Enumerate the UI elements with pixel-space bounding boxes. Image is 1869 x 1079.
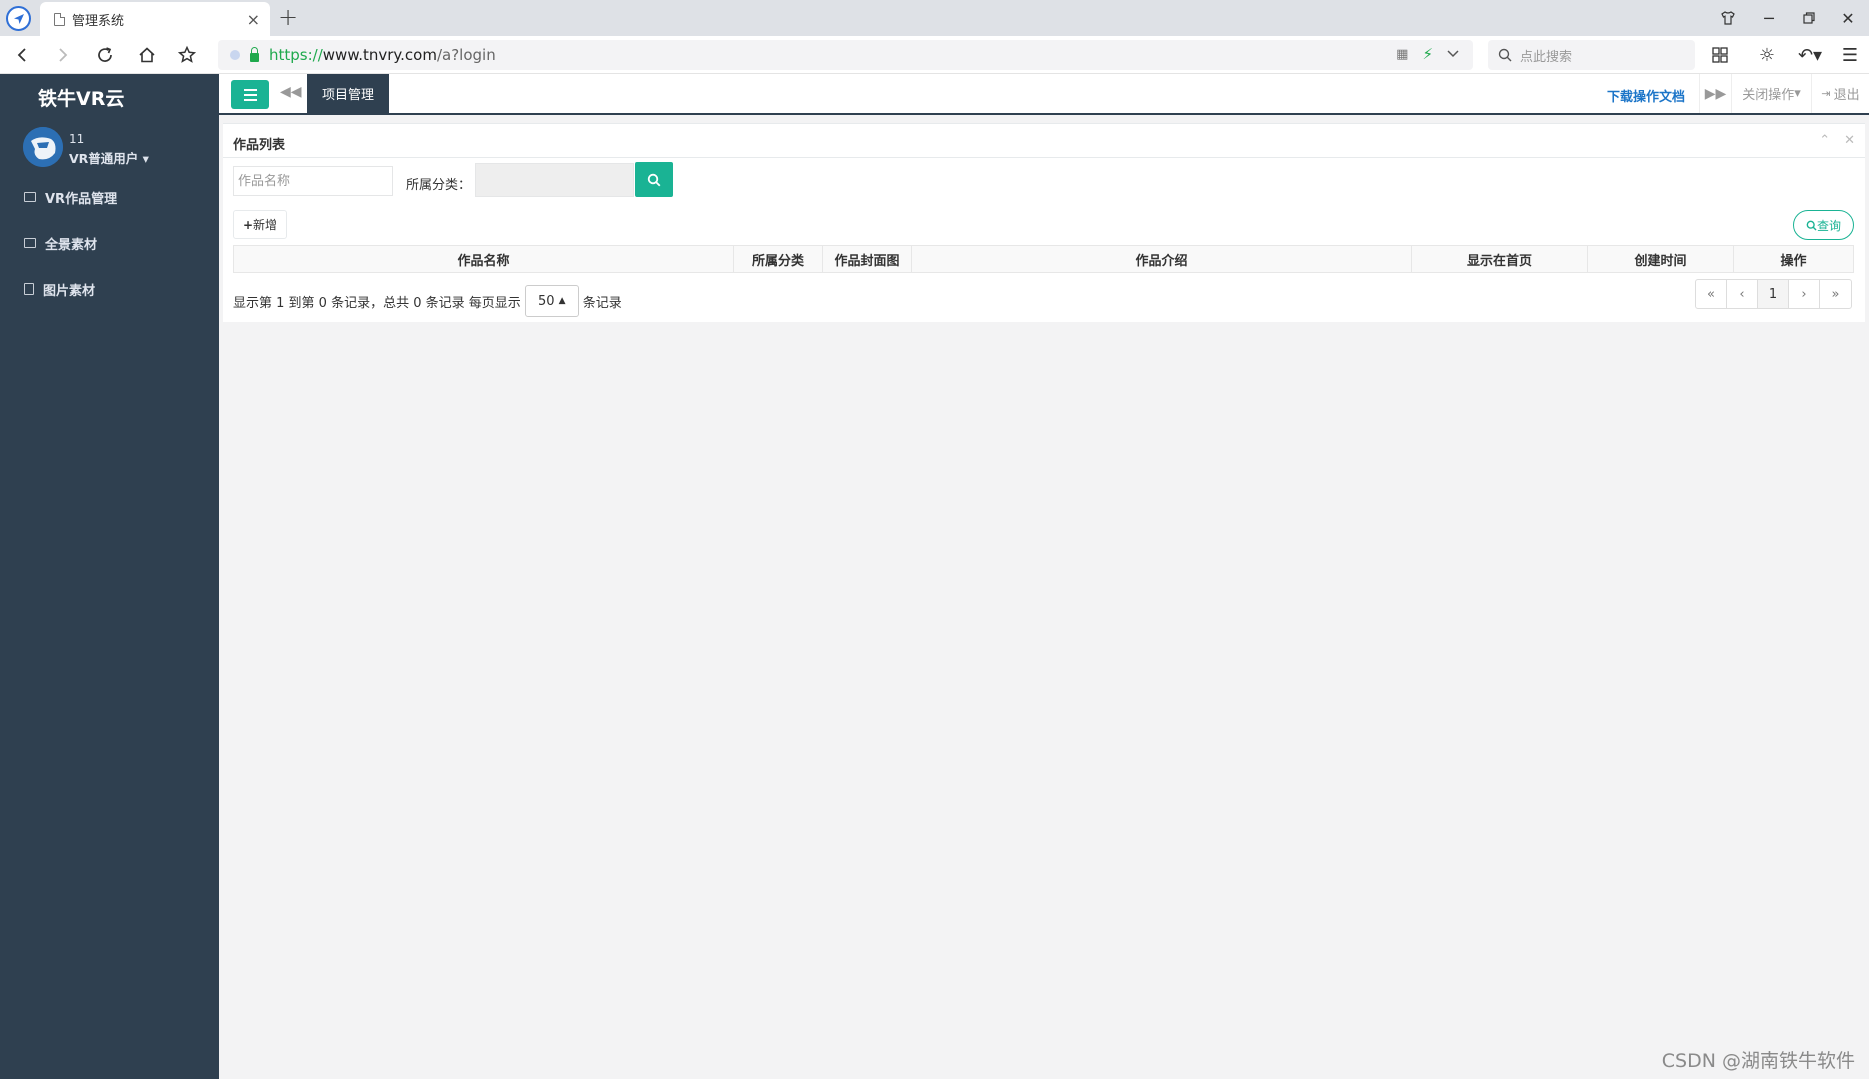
user-role-label: VR普通用户 bbox=[69, 151, 139, 166]
shield-icon bbox=[230, 50, 240, 60]
tab-project-management[interactable]: 项目管理 bbox=[307, 74, 389, 113]
url-field[interactable]: https:// www.tnvry.com /a?login ▦ ⚡ bbox=[218, 40, 1473, 70]
collapse-icon[interactable]: ⌃ bbox=[1819, 133, 1830, 148]
panel-title: 作品列表 bbox=[233, 138, 286, 153]
chevron-down-icon[interactable] bbox=[1447, 47, 1459, 62]
column-header[interactable]: 作品名称 bbox=[234, 246, 734, 272]
category-select[interactable] bbox=[475, 163, 634, 197]
watermark: CSDN @湖南铁牛软件 bbox=[1661, 1050, 1855, 1072]
image-icon bbox=[24, 238, 36, 248]
current-page-button[interactable]: 1 bbox=[1758, 280, 1789, 308]
sidebar-item-panorama[interactable]: 全景素材 bbox=[0, 220, 219, 266]
user-name: 11 bbox=[69, 132, 85, 146]
browser-menu-icon[interactable]: ☰ bbox=[1835, 40, 1865, 70]
add-label: 新增 bbox=[253, 218, 278, 232]
column-header[interactable]: 创建时间 bbox=[1588, 246, 1734, 272]
bookmark-star-button[interactable] bbox=[172, 40, 202, 70]
browser-logo-icon[interactable] bbox=[6, 6, 31, 31]
restore-button[interactable] bbox=[1789, 0, 1829, 36]
search-icon bbox=[1806, 220, 1817, 231]
folder-icon bbox=[24, 192, 36, 202]
forward-button[interactable] bbox=[48, 40, 78, 70]
url-protocol: https:// bbox=[269, 46, 323, 64]
add-button[interactable]: + 新增 bbox=[233, 210, 287, 239]
caret-down-icon: ▾ bbox=[142, 151, 149, 166]
plus-icon: + bbox=[242, 217, 254, 232]
sidebar: 铁牛VR云 11 VR普通用户 ▾ VR作品管理 全景素材 图片素材 bbox=[0, 74, 219, 1079]
file-image-icon bbox=[24, 283, 34, 295]
browser-search-field[interactable]: 点此搜索 bbox=[1488, 40, 1695, 70]
minimize-button[interactable]: ─ bbox=[1749, 0, 1789, 36]
tab-label: 项目管理 bbox=[321, 88, 374, 103]
close-ops-label: 关闭操作 bbox=[1742, 88, 1795, 103]
avatar[interactable] bbox=[23, 127, 63, 167]
column-header[interactable]: 显示在首页 bbox=[1412, 246, 1588, 272]
logout-label: 退出 bbox=[1833, 88, 1860, 103]
lock-icon bbox=[250, 46, 259, 62]
tab-title: 管理系统 bbox=[72, 13, 125, 29]
works-list-panel: 作品列表 ⌃ ✕ 所属分类： + 新增 查询 作品名称 所属分类 作品封面图 作… bbox=[223, 123, 1865, 322]
next-page-button[interactable]: › bbox=[1789, 280, 1820, 308]
browser-tab-bar: 管理系统 × + ─ ✕ bbox=[0, 0, 1869, 36]
tab-scroll-right-icon[interactable]: ▶▶ bbox=[1699, 74, 1731, 113]
logout-button[interactable]: ⇥ 退出 bbox=[1811, 74, 1869, 113]
back-button[interactable] bbox=[7, 40, 37, 70]
user-role-dropdown[interactable]: VR普通用户 ▾ bbox=[69, 148, 149, 167]
panel-header: 作品列表 ⌃ ✕ bbox=[223, 124, 1865, 158]
category-label: 所属分类： bbox=[406, 178, 472, 193]
column-header[interactable]: 作品介绍 bbox=[912, 246, 1412, 272]
page-size-value: 50 bbox=[538, 293, 555, 309]
undo-icon[interactable]: ↶▾ bbox=[1795, 40, 1825, 70]
query-label: 查询 bbox=[1816, 218, 1841, 233]
search-icon bbox=[647, 173, 661, 186]
column-header[interactable]: 操作 bbox=[1734, 246, 1853, 272]
reload-button[interactable] bbox=[90, 40, 120, 70]
brand-title: 铁牛VR云 bbox=[38, 88, 125, 110]
prev-page-button[interactable]: ‹ bbox=[1727, 280, 1758, 308]
home-button[interactable] bbox=[132, 40, 162, 70]
page-size-select[interactable]: 50 ▲ bbox=[524, 285, 579, 317]
url-path: /a?login bbox=[436, 46, 496, 64]
page-info-suffix: 条记录 bbox=[582, 295, 622, 311]
sidebar-item-images[interactable]: 图片素材 bbox=[0, 266, 219, 312]
browser-address-bar: https:// www.tnvry.com /a?login ▦ ⚡ 点此搜索… bbox=[0, 36, 1869, 74]
column-header[interactable]: 作品封面图 bbox=[823, 246, 912, 272]
tab-close-icon[interactable]: × bbox=[247, 10, 260, 29]
table-header: 作品名称 所属分类 作品封面图 作品介绍 显示在首页 创建时间 操作 bbox=[233, 245, 1854, 273]
sidebar-item-vr-works[interactable]: VR作品管理 bbox=[0, 174, 219, 220]
work-name-input[interactable] bbox=[233, 166, 393, 196]
pagination-info: 显示第 1 到第 0 条记录，总共 0 条记录 每页显示 50 ▲ 条记录 bbox=[233, 285, 622, 317]
lightning-icon[interactable]: ⚡ bbox=[1422, 45, 1433, 63]
new-tab-button[interactable]: + bbox=[278, 3, 298, 31]
last-page-button[interactable]: » bbox=[1820, 280, 1851, 308]
tab-scroll-left-icon[interactable]: ◀◀ bbox=[280, 84, 302, 100]
url-domain: www.tnvry.com bbox=[322, 46, 437, 64]
browser-tab[interactable]: 管理系统 × bbox=[40, 2, 270, 36]
sidebar-item-label: 全景素材 bbox=[45, 237, 98, 253]
page-icon bbox=[54, 12, 65, 26]
brightness-icon[interactable]: ☼ bbox=[1752, 40, 1782, 70]
caret-down-icon: ▾ bbox=[1794, 86, 1801, 101]
apps-grid-icon[interactable] bbox=[1705, 40, 1735, 70]
close-operations-dropdown[interactable]: 关闭操作 ▾ bbox=[1731, 74, 1811, 113]
search-icon bbox=[1498, 48, 1512, 62]
close-window-button[interactable]: ✕ bbox=[1828, 0, 1868, 36]
first-page-button[interactable]: « bbox=[1696, 280, 1727, 308]
column-header[interactable]: 所属分类 bbox=[734, 246, 823, 272]
close-icon[interactable]: ✕ bbox=[1844, 133, 1855, 148]
download-doc-link[interactable]: 下载操作文档 bbox=[1607, 86, 1685, 105]
category-search-button[interactable] bbox=[635, 162, 673, 197]
qr-code-icon[interactable]: ▦ bbox=[1396, 47, 1408, 62]
page-info-prefix: 显示第 1 到第 0 条记录，总共 0 条记录 每页显示 bbox=[233, 295, 521, 311]
content-tab-bar: ◀◀ 项目管理 下载操作文档 ▶▶ 关闭操作 ▾ ⇥ 退出 bbox=[219, 74, 1869, 115]
caret-up-icon: ▲ bbox=[558, 296, 566, 306]
menu-toggle-button[interactable] bbox=[231, 80, 269, 109]
pagination: « ‹ 1 › » bbox=[1695, 279, 1852, 309]
query-button[interactable]: 查询 bbox=[1793, 210, 1854, 240]
sidebar-item-label: VR作品管理 bbox=[45, 191, 118, 207]
shirt-icon[interactable] bbox=[1708, 0, 1748, 36]
sidebar-item-label: 图片素材 bbox=[43, 283, 96, 299]
browser-search-placeholder: 点此搜索 bbox=[1520, 49, 1573, 65]
sign-out-icon: ⇥ bbox=[1821, 87, 1831, 100]
